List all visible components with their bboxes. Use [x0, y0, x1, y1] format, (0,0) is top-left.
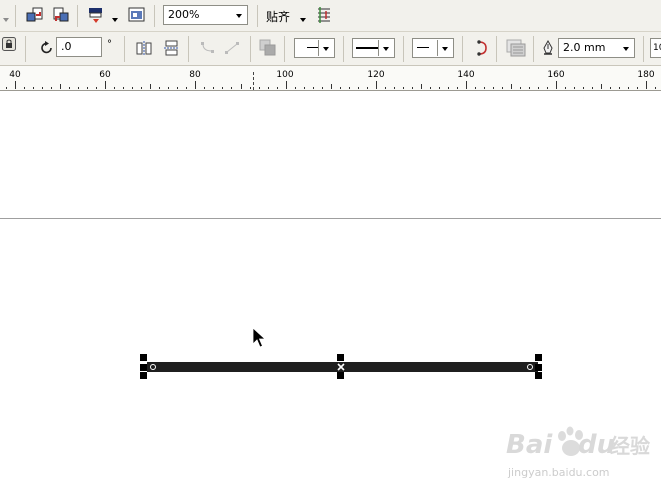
lock-icon[interactable] — [2, 37, 16, 54]
close-curve-icon[interactable] — [474, 40, 488, 59]
start-arrowhead-select[interactable] — [294, 38, 335, 58]
outline-style-select[interactable] — [352, 38, 395, 58]
baidu-watermark: Bai du 经验 — [506, 426, 656, 466]
horizontal-ruler[interactable]: 40 60 80 100 120 140 160 180 — [0, 66, 661, 91]
ruler-label: 180 — [637, 70, 655, 80]
center-x-icon[interactable] — [336, 362, 346, 375]
watermark-product: 经验 — [610, 434, 650, 458]
watermark-url: jingyan.baidu.com — [508, 466, 610, 479]
toolbar-separator — [403, 36, 404, 62]
wrap-text-icon[interactable] — [259, 39, 277, 59]
options-list-icon[interactable] — [316, 6, 332, 27]
selection-handle-bottom-right[interactable] — [535, 372, 542, 379]
ruler-label: 60 — [99, 70, 111, 80]
toolbar-separator — [533, 36, 534, 62]
standard-toolbar: 200% 贴齐 — [0, 0, 661, 32]
selection-handle-middle-left[interactable] — [140, 364, 147, 371]
property-bar: .0 ° 2.0 mm 1 — [0, 32, 661, 66]
mirror-horizontal-icon[interactable] — [136, 40, 153, 59]
toolbar-separator — [643, 36, 644, 62]
start-node-marker[interactable] — [150, 364, 156, 370]
zoom-level-combo[interactable]: 200% — [163, 5, 248, 25]
ruler-label: 40 — [9, 70, 21, 80]
mouse-pointer-icon — [252, 327, 267, 352]
page-border-line — [0, 218, 661, 219]
end-arrowhead-preview — [417, 47, 429, 48]
selection-handle-top-right[interactable] — [535, 354, 542, 361]
outline-style-dropdown-icon[interactable] — [378, 40, 393, 56]
selection-handle-bottom-left[interactable] — [140, 372, 147, 379]
ruler-label: 80 — [189, 70, 201, 80]
truncated-field-value: 10 — [653, 43, 661, 53]
selection-handle-middle-right[interactable] — [535, 364, 542, 371]
to-curve-icon[interactable] — [200, 41, 216, 58]
toolbar-separator — [462, 36, 463, 62]
rotation-angle-input[interactable]: .0 — [56, 37, 102, 57]
degree-unit-label: ° — [107, 39, 112, 50]
zoom-dropdown-icon[interactable] — [232, 7, 246, 23]
ruler-label: 120 — [367, 70, 385, 80]
end-arrowhead-select[interactable] — [412, 38, 454, 58]
watermark-brand: Bai — [506, 430, 553, 460]
ruler-label: 160 — [547, 70, 565, 80]
import-icon[interactable] — [26, 7, 44, 27]
selection-handle-top-left[interactable] — [140, 354, 147, 361]
outline-width-dropdown-icon[interactable] — [619, 40, 633, 56]
truncated-field[interactable]: 10 — [650, 38, 661, 58]
outline-style-preview — [356, 47, 378, 49]
toolbar-separator — [188, 36, 189, 62]
toolbar-separator — [15, 5, 16, 27]
toolbar-separator — [250, 36, 251, 62]
toolbar-separator — [496, 36, 497, 62]
selection-handle-top-center[interactable] — [337, 354, 344, 361]
overflow-chevron-icon[interactable] — [3, 13, 10, 26]
end-arrowhead-dropdown-icon[interactable] — [437, 40, 452, 56]
outline-width-combo[interactable]: 2.0 mm — [558, 38, 635, 58]
drawing-canvas[interactable]: Bai du 经验 jingyan.baidu.com — [0, 91, 661, 497]
toolbar-separator — [124, 36, 125, 62]
toolbar-separator — [284, 36, 285, 62]
ruler-label: 100 — [276, 70, 294, 80]
toolbar-separator — [154, 5, 155, 27]
export-icon[interactable] — [52, 7, 70, 27]
welcome-screen-icon[interactable] — [128, 7, 145, 26]
ruler-label: 140 — [457, 70, 475, 80]
start-arrowhead-dropdown-icon[interactable] — [318, 40, 333, 56]
toolbar-separator — [257, 5, 258, 27]
toolbar-separator — [343, 36, 344, 62]
end-node-marker[interactable] — [527, 364, 533, 370]
rotation-angle-value: .0 — [61, 40, 72, 53]
outline-width-value: 2.0 mm — [563, 41, 606, 54]
application-launcher-icon[interactable] — [88, 7, 104, 27]
zoom-level-value: 200% — [168, 8, 200, 21]
to-line-icon[interactable] — [224, 41, 240, 58]
order-layers-icon[interactable] — [506, 39, 526, 60]
mirror-vertical-icon[interactable] — [163, 40, 180, 59]
snap-dropdown-icon[interactable] — [300, 13, 307, 26]
toolbar-separator — [77, 5, 78, 27]
ruler-cursor-marker — [253, 72, 255, 90]
launcher-dropdown-icon[interactable] — [112, 13, 119, 26]
toolbar-separator — [25, 36, 26, 62]
snap-to-label[interactable]: 贴齐 — [266, 8, 290, 25]
outline-pen-icon — [542, 39, 554, 58]
rotation-icon — [40, 41, 54, 58]
